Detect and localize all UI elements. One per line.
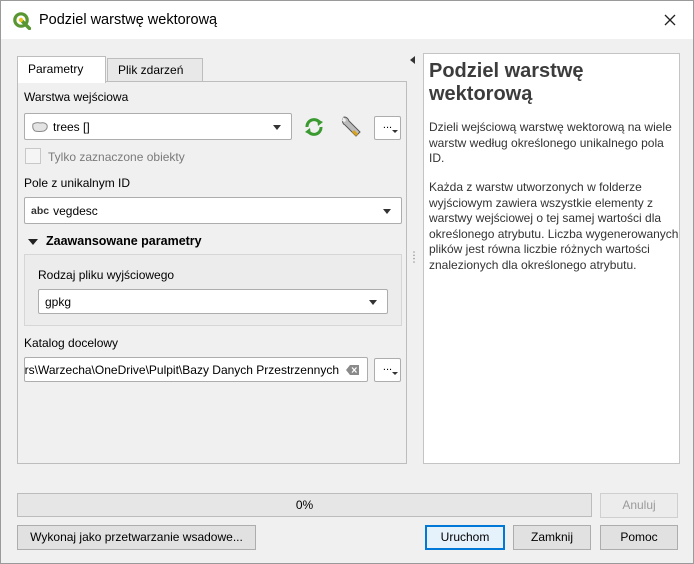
input-layer-combo[interactable]: trees [] [24, 113, 292, 140]
clear-input-icon[interactable] [346, 365, 359, 375]
tab-parameters[interactable]: Parametry [17, 56, 106, 83]
chevron-down-icon [369, 300, 377, 305]
title-bar[interactable]: Podziel warstwę wektorową [1, 1, 693, 39]
qgis-logo-icon [13, 12, 31, 30]
batch-process-button[interactable]: Wykonaj jako przetwarzanie wsadowe... [17, 525, 256, 550]
window-title: Podziel warstwę wektorową [39, 12, 218, 28]
selected-only-checkbox[interactable] [25, 148, 41, 164]
advanced-parameters-header: Zaawansowane parametry [46, 234, 202, 248]
help-title: Podziel warstwę wektorową [429, 60, 584, 105]
wrench-icon [341, 116, 361, 137]
output-dir-browse-button[interactable]: ... [374, 358, 401, 382]
output-dir-value: C:\Users\Warzecha\OneDrive\Pulpit\Bazy D… [24, 363, 339, 377]
text-field-icon: abc [31, 204, 50, 217]
chevron-down-icon [273, 125, 281, 130]
tab-log[interactable]: Plik zdarzeń [107, 58, 203, 82]
splitter-handle[interactable] [413, 251, 415, 263]
file-type-value: gpkg [45, 294, 72, 309]
unique-field-label: Pole z unikalnym ID [24, 176, 131, 190]
advanced-options-button[interactable] [338, 113, 364, 139]
advanced-parameters-group: Rodzaj pliku wyjściowego gpkg [24, 254, 402, 326]
cancel-button[interactable]: Anuluj [600, 493, 678, 518]
iterate-button[interactable] [301, 114, 327, 140]
unique-field-value: vegdesc [53, 203, 98, 218]
file-type-combo[interactable]: gpkg [38, 289, 388, 314]
input-layer-label: Warstwa wejściowa [24, 90, 129, 104]
help-description: Dzieli wejściową warstwę wektorową na wi… [429, 120, 672, 165]
collapse-help-arrow-icon[interactable] [410, 56, 415, 64]
refresh-icon [305, 118, 323, 136]
help-panel: Podziel warstwę wektorową Dzieli wejścio… [423, 53, 680, 464]
run-button[interactable]: Uruchom [425, 525, 505, 550]
advanced-parameters-toggle[interactable]: Zaawansowane parametry [28, 234, 202, 248]
collapse-triangle-icon [28, 238, 38, 245]
browse-label: ... [382, 361, 393, 373]
parameters-tab-content: Warstwa wejściowa trees [] ... Tylko zaz… [17, 81, 407, 464]
processing-dialog: Podziel warstwę wektorową Parametry Plik… [0, 0, 694, 564]
progress-bar: 0% [17, 493, 592, 517]
chevron-down-icon [392, 372, 398, 375]
polygon-layer-icon [32, 121, 48, 132]
input-layer-browse-button[interactable]: ... [374, 116, 401, 140]
parameters-panel: Parametry Plik zdarzeń Warstwa wejściowa… [10, 47, 408, 467]
chevron-down-icon [392, 130, 398, 133]
help-button[interactable]: Pomoc [600, 525, 678, 550]
help-details: Każda z warstw utworzonych w folderze wy… [429, 180, 679, 272]
file-type-label: Rodzaj pliku wyjściowego [38, 268, 175, 282]
selected-only-label: Tylko zaznaczone obiekty [48, 150, 185, 164]
progress-text: 0% [295, 498, 314, 512]
input-layer-value: trees [] [53, 119, 90, 134]
unique-field-combo[interactable]: abc vegdesc [24, 197, 402, 224]
output-dir-label: Katalog docelowy [24, 336, 119, 350]
close-window-button[interactable] [647, 1, 693, 39]
output-dir-input[interactable]: C:\Users\Warzecha\OneDrive\Pulpit\Bazy D… [24, 357, 368, 382]
close-icon [664, 14, 676, 26]
close-button[interactable]: Zamknij [513, 525, 591, 550]
browse-label: ... [382, 119, 393, 131]
chevron-down-icon [383, 209, 391, 214]
